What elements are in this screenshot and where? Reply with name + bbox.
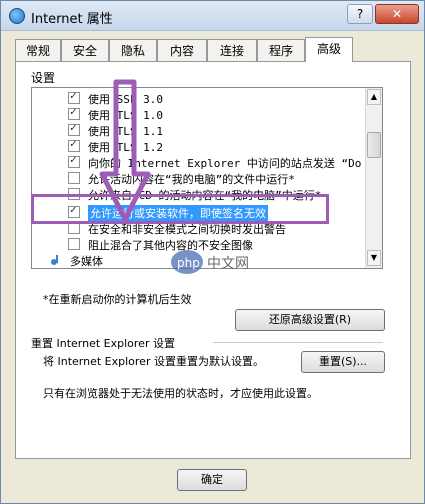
tab-content[interactable]: 内容 <box>157 39 207 61</box>
title-bar: Internet 属性 ? ✕ <box>1 1 424 31</box>
divider <box>213 342 383 343</box>
checkbox[interactable] <box>68 89 80 104</box>
php-watermark-logo: php 中文网 <box>171 250 249 274</box>
internet-options-window: Internet 属性 ? ✕ 常规 安全 隐私 内容 连接 程序 高级 设置 … <box>0 0 425 504</box>
tab-privacy[interactable]: 隐私 <box>109 39 157 61</box>
checkbox[interactable] <box>68 137 80 152</box>
checkbox[interactable] <box>68 105 80 120</box>
tab-general[interactable]: 常规 <box>15 39 61 61</box>
close-button[interactable]: ✕ <box>375 4 419 24</box>
svg-text:中文网: 中文网 <box>207 256 249 272</box>
window-title: Internet 属性 <box>31 12 113 27</box>
restart-note: *在重新启动你的计算机后生效 <box>43 293 192 306</box>
list-item[interactable]: 使用 TLS 1.1 <box>32 121 366 138</box>
scroll-up-icon[interactable]: ▲ <box>367 89 381 105</box>
checkbox[interactable] <box>68 238 80 250</box>
help-button[interactable]: ? <box>347 4 373 24</box>
ok-button[interactable]: 确定 <box>177 469 247 491</box>
tab-connections[interactable]: 连接 <box>207 39 257 61</box>
reset-description: 将 Internet Explorer 设置重置为默认设置。 <box>43 355 264 368</box>
list-item[interactable]: 使用 SSL 3.0 <box>32 89 366 106</box>
reset-note: 只有在浏览器处于无法使用的状态时，才应使用此设置。 <box>43 387 318 400</box>
svg-text:php: php <box>177 256 200 270</box>
settings-group-label: 设置 <box>31 71 56 85</box>
checkbox[interactable] <box>68 172 80 184</box>
checkbox[interactable] <box>68 121 80 136</box>
multimedia-icon <box>51 255 58 265</box>
list-item[interactable]: 允许活动内容在“我的电脑”的文件中运行* <box>32 170 366 186</box>
reset-button[interactable]: 重置(S)... <box>301 351 385 373</box>
tab-security[interactable]: 安全 <box>61 39 109 61</box>
list-item[interactable]: 向你的 Internet Explorer 中访问的站点发送 “Do <box>32 153 366 170</box>
tab-advanced[interactable]: 高级 <box>305 37 353 62</box>
reset-group-title: 重置 Internet Explorer 设置 <box>31 337 175 350</box>
checkbox[interactable] <box>68 153 80 168</box>
section-label: 多媒体 <box>70 255 103 268</box>
scroll-down-icon[interactable]: ▼ <box>367 250 381 266</box>
list-item[interactable]: 使用 TLS 1.2 <box>32 137 366 154</box>
tab-programs[interactable]: 程序 <box>257 39 305 61</box>
list-item[interactable]: 使用 TLS 1.0 <box>32 105 366 122</box>
vertical-scrollbar[interactable]: ▲ ▼ <box>365 88 382 268</box>
restore-advanced-settings-button[interactable]: 还原高级设置(R) <box>235 309 385 331</box>
settings-list[interactable]: 使用 SSL 3.0 使用 TLS 1.0 使用 TLS 1.1 使用 TLS … <box>31 87 383 269</box>
highlight-box <box>31 194 329 224</box>
scroll-thumb[interactable] <box>367 132 381 158</box>
ie-logo-icon <box>9 8 25 24</box>
